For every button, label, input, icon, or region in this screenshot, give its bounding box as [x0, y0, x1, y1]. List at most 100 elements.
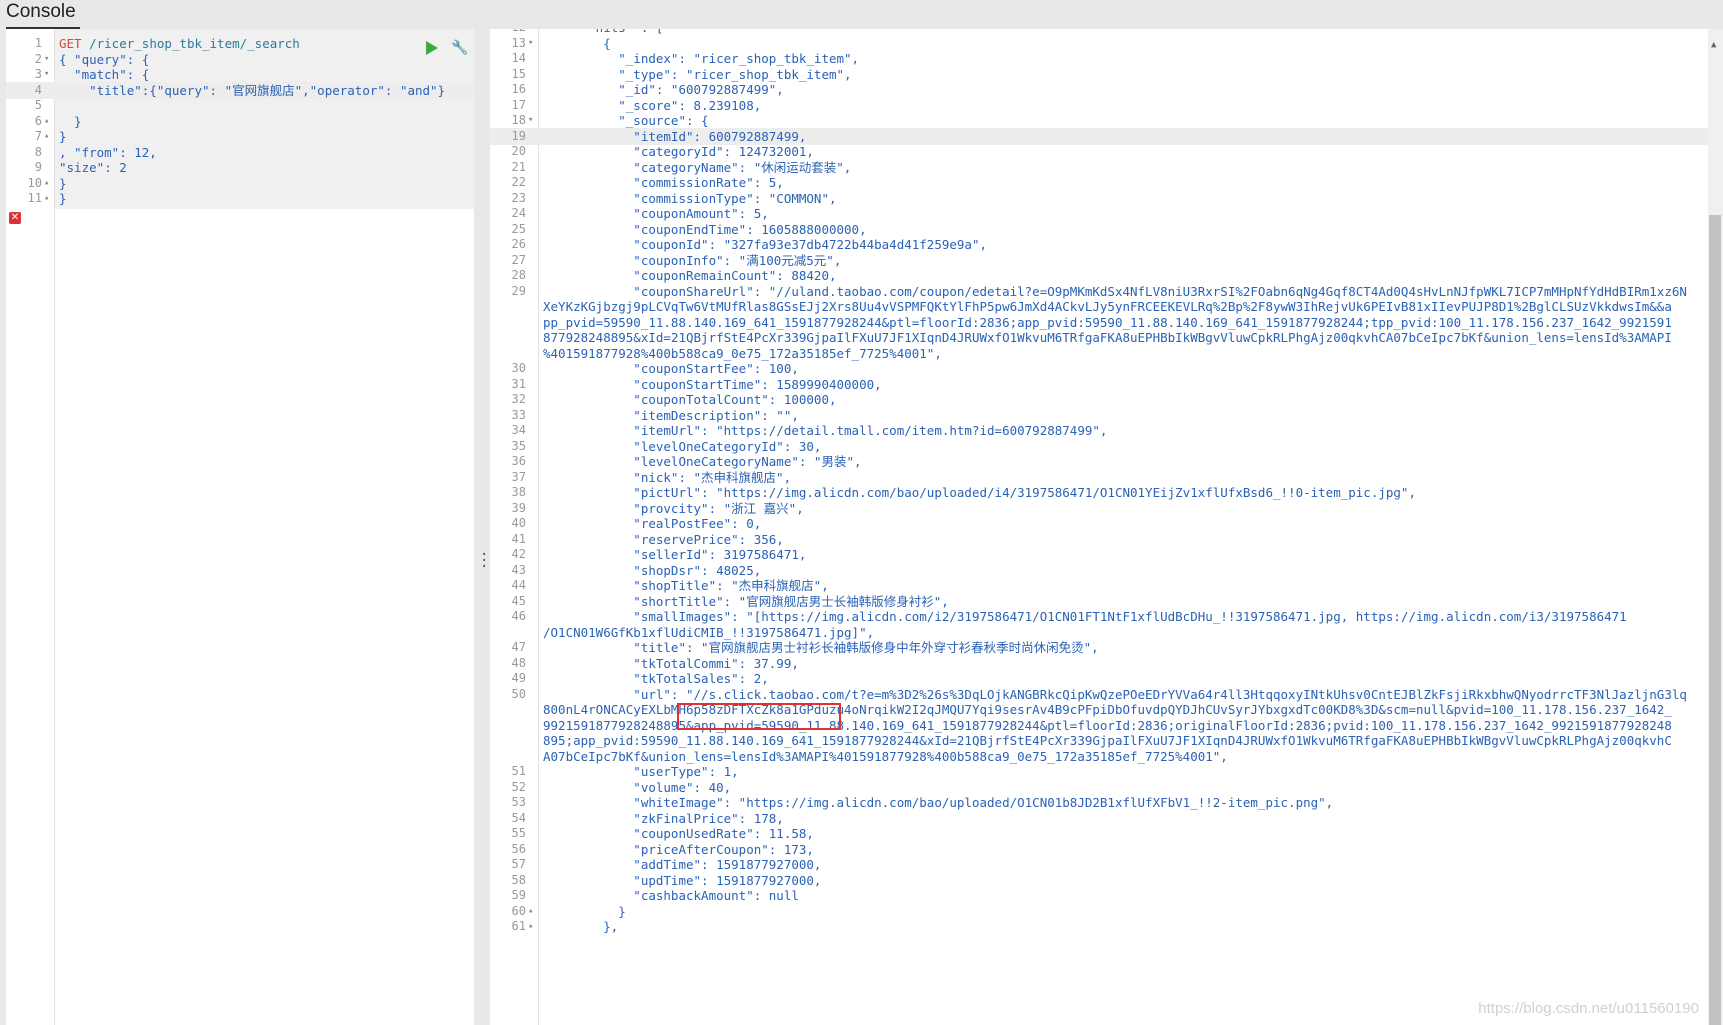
response-line[interactable]: 17 "_score": 8.239108,: [490, 97, 1708, 114]
response-line[interactable]: 52 "volume": 40,: [490, 779, 1708, 796]
fold-toggle-icon[interactable]: ▴: [44, 175, 49, 192]
response-line[interactable]: 40 "realPostFee": 0,: [490, 515, 1708, 532]
response-line[interactable]: 30 "couponStartFee": 100,: [490, 360, 1708, 377]
response-line[interactable]: 59 "cashbackAmount": null: [490, 887, 1708, 904]
response-line[interactable]: 20 "categoryId": 124732001,: [490, 143, 1708, 160]
scrollbar-thumb[interactable]: [1709, 215, 1721, 1025]
response-line[interactable]: XeYKzKGjbzgj9pLCVqTw6VtMUfRlas8GSsEJj2Xr…: [490, 298, 1708, 315]
response-line[interactable]: 13 ▾ {: [490, 35, 1708, 52]
response-line[interactable]: 16 "_id": "600792887499",: [490, 81, 1708, 98]
request-line[interactable]: 2 ▾ { "query": {: [6, 51, 474, 68]
response-line[interactable]: 43 "shopDsr": 48025,: [490, 562, 1708, 579]
response-line[interactable]: 53 "whiteImage": "https://img.alicdn.com…: [490, 794, 1708, 811]
response-line[interactable]: /O1CN01W6GfKb1xflUdiCMIB_!!3197586471.jp…: [490, 624, 1708, 641]
response-line[interactable]: 25 "couponEndTime": 1605888000000,: [490, 221, 1708, 238]
fold-toggle-icon[interactable]: ▴: [44, 190, 49, 207]
response-line[interactable]: 26 "couponId": "327fa93e37db4722b44ba4d4…: [490, 236, 1708, 253]
response-line[interactable]: 31 "couponStartTime": 1589990400000,: [490, 376, 1708, 393]
fold-toggle-icon[interactable]: ▾: [528, 112, 533, 129]
fold-toggle-icon[interactable]: ▾: [44, 66, 49, 83]
request-line[interactable]: 5: [6, 97, 474, 114]
response-line[interactable]: 56 "priceAfterCoupon": 173,: [490, 841, 1708, 858]
code-text: }: [59, 129, 67, 144]
response-line[interactable]: 21 "categoryName": "休闲运动套装",: [490, 159, 1708, 176]
response-line[interactable]: 60 ▴ }: [490, 903, 1708, 920]
code-text: "size": 2: [59, 160, 127, 175]
response-line[interactable]: 61 ▴ },: [490, 918, 1708, 935]
response-line[interactable]: A07bCeIpc7bKf&union_lens=lensId%3AMAPI%4…: [490, 748, 1708, 765]
response-line[interactable]: 27 "couponInfo": "满100元减5元",: [490, 252, 1708, 269]
response-line[interactable]: 47 "title": "官网旗舰店男士衬衫长袖韩版修身中年外穿寸衫春秋季时尚休…: [490, 639, 1708, 656]
response-line[interactable]: %401591877928%400b588ca9_0e75_172a35185e…: [490, 345, 1708, 362]
response-line[interactable]: 55 "couponUsedRate": 11.58,: [490, 825, 1708, 842]
response-line[interactable]: 24 "couponAmount": 5,: [490, 205, 1708, 222]
response-line[interactable]: 19 "itemId": 600792887499,: [490, 127, 1708, 145]
response-line[interactable]: 800nL4rONCACyEXLbMH6p58zDFTXcZk8a1GPduzu…: [490, 701, 1708, 718]
response-line[interactable]: 46 "smallImages": "[https://img.alicdn.c…: [490, 608, 1708, 625]
response-line[interactable]: 44 "shopTitle": "杰申科旗舰店",: [490, 577, 1708, 594]
response-line[interactable]: 18 ▾ "_source": {: [490, 112, 1708, 129]
response-line[interactable]: 15 "_type": "ricer_shop_tbk_item",: [490, 66, 1708, 83]
request-line[interactable]: 9 "size": 2: [6, 159, 474, 176]
response-line[interactable]: 37 "nick": "杰申科旗舰店",: [490, 469, 1708, 486]
resize-grip-icon[interactable]: ···: [480, 548, 488, 574]
line-number: 51: [511, 764, 526, 778]
run-request-icon[interactable]: [426, 41, 438, 55]
code-text: "levelOneCategoryId": 30,: [543, 438, 822, 454]
response-line[interactable]: 34 "itemUrl": "https://detail.tmall.com/…: [490, 422, 1708, 439]
response-line[interactable]: 877928248895&xId=21QBjrfStE4PcXr339GjpaI…: [490, 329, 1708, 346]
fold-toggle-icon[interactable]: ▴: [528, 918, 533, 935]
response-line[interactable]: 14 "_index": "ricer_shop_tbk_item",: [490, 50, 1708, 67]
request-line[interactable]: 1 GET /ricer_shop_tbk_item/_search: [6, 35, 474, 52]
response-line[interactable]: 57 "addTime": 1591877927000,: [490, 856, 1708, 873]
response-line[interactable]: 9921591877928248895&app_pvid=59590_11.88…: [490, 717, 1708, 734]
request-line[interactable]: 6 ▴ }: [6, 113, 474, 130]
response-line[interactable]: 28 "couponRemainCount": 88420,: [490, 267, 1708, 284]
response-line[interactable]: 33 "itemDescription": "",: [490, 407, 1708, 424]
response-line[interactable]: 35 "levelOneCategoryId": 30,: [490, 438, 1708, 455]
response-line[interactable]: 22 "commissionRate": 5,: [490, 174, 1708, 191]
response-line[interactable]: 23 "commissionType": "COMMON",: [490, 190, 1708, 207]
request-line[interactable]: 4 "title":{"query": "官网旗舰店","operator": …: [6, 81, 474, 99]
response-line[interactable]: 32 "couponTotalCount": 100000,: [490, 391, 1708, 408]
response-line[interactable]: 895;app_pvid:59590_11.88.140.169_641_159…: [490, 732, 1708, 749]
request-line[interactable]: 11 ▴}: [6, 190, 474, 207]
request-line[interactable]: 10 ▴}: [6, 175, 474, 192]
wrench-settings-icon[interactable]: 🔧: [451, 40, 468, 56]
response-line[interactable]: 36 "levelOneCategoryName": "男装",: [490, 453, 1708, 470]
request-line[interactable]: 3 ▾ "match": {: [6, 66, 474, 83]
request-editor[interactable]: 1 GET /ricer_shop_tbk_item/_search 2 ▾ { "qu…: [6, 29, 474, 1025]
scroll-up-arrow-icon[interactable]: ▲: [1711, 40, 1716, 50]
code-text: "cashbackAmount": null: [543, 888, 799, 903]
line-number: 46: [511, 609, 526, 623]
response-line[interactable]: 54 "zkFinalPrice": 178,: [490, 810, 1708, 827]
response-line[interactable]: 48 "tkTotalCommi": 37.99,: [490, 655, 1708, 672]
line-number: 33: [511, 407, 526, 422]
response-line[interactable]: 49 "tkTotalSales": 2,: [490, 670, 1708, 687]
response-line[interactable]: 42 "sellerId": 3197586471,: [490, 546, 1708, 563]
response-line[interactable]: 51 "userType": 1,: [490, 763, 1708, 780]
response-line[interactable]: 58 "updTime": 1591877927000,: [490, 872, 1708, 889]
response-line[interactable]: 39 "provcity": "浙江 嘉兴",: [490, 500, 1708, 517]
fold-toggle-icon[interactable]: ▴: [44, 128, 49, 145]
tab-console[interactable]: Console: [6, 0, 80, 29]
fold-toggle-icon[interactable]: ▾: [44, 51, 49, 68]
response-line[interactable]: 45 "shortTitle": "官网旗舰店男士长袖韩版修身衬衫",: [490, 593, 1708, 610]
request-line[interactable]: 8 , "from": 12,: [6, 144, 474, 161]
request-line[interactable]: 7 ▴}: [6, 128, 474, 145]
fold-toggle-icon[interactable]: ▾: [528, 35, 533, 52]
response-viewer[interactable]: 12 "hits" : [13▾ {14 "_index": "ricer_sh…: [490, 29, 1708, 1025]
response-line[interactable]: 38 "pictUrl": "https://img.alicdn.com/ba…: [490, 484, 1708, 501]
code-text: "itemUrl": "https://detail.tmall.com/ite…: [543, 423, 1108, 438]
response-line[interactable]: 41 "reservePrice": 356,: [490, 531, 1708, 548]
response-line[interactable]: pp_pvid=59590_11.88.140.169_641_15918779…: [490, 314, 1708, 331]
fold-toggle-icon[interactable]: ▴: [44, 113, 49, 130]
response-line[interactable]: 29 "couponShareUrl": "//uland.taobao.com…: [490, 283, 1708, 300]
code-text: "itemDescription": "",: [543, 407, 799, 423]
line-number: 5: [34, 98, 42, 112]
line-number: 49: [511, 671, 526, 685]
pane-divider[interactable]: [474, 29, 490, 1025]
response-line[interactable]: 50 "url": "//s.click.taobao.com/t?e=m%3D…: [490, 686, 1708, 703]
fold-toggle-icon[interactable]: ▴: [528, 903, 533, 920]
code-text: "whiteImage": "https://img.alicdn.com/ba…: [543, 795, 1334, 810]
